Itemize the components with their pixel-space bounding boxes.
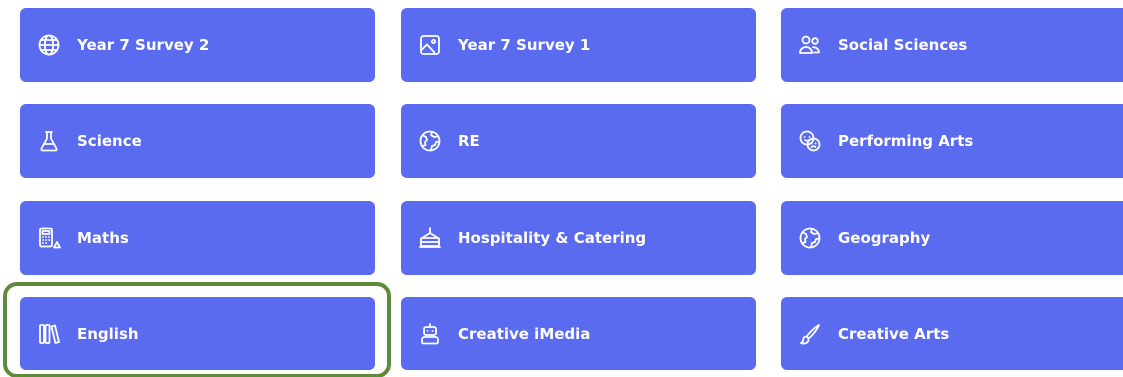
tile-label: Year 7 Survey 1 xyxy=(458,36,591,54)
people-icon xyxy=(797,32,823,58)
tile-label: Creative Arts xyxy=(838,324,950,343)
tile-label: Performing Arts xyxy=(838,132,974,150)
tile-label: Maths xyxy=(77,229,129,247)
tile-label: Creative iMedia xyxy=(458,324,591,343)
brush-icon xyxy=(797,321,823,347)
theatre-masks-icon xyxy=(797,128,823,154)
image-icon xyxy=(417,32,443,58)
subject-tile-performing-arts[interactable]: Performing Arts xyxy=(781,104,1123,178)
calculator-shapes-icon xyxy=(36,225,62,251)
subject-tile-year-7-survey-1[interactable]: Year 7 Survey 1 xyxy=(401,8,756,82)
tile-label: Year 7 Survey 2 xyxy=(77,36,210,54)
subject-tile-year-7-survey-2[interactable]: Year 7 Survey 2 xyxy=(20,8,375,82)
robot-icon xyxy=(417,321,443,347)
tile-label: RE xyxy=(458,132,480,150)
globe-icon xyxy=(36,32,62,58)
subject-tile-maths[interactable]: Maths xyxy=(20,201,375,275)
subject-tile-social-sciences[interactable]: Social Sciences xyxy=(781,8,1123,82)
subject-tile-re[interactable]: RE xyxy=(401,104,756,178)
tile-label: English xyxy=(77,324,139,343)
subject-tile-creative-imedia[interactable]: Creative iMedia xyxy=(401,297,756,370)
tile-label: Geography xyxy=(838,229,931,247)
flask-icon xyxy=(36,128,62,154)
tile-label: Science xyxy=(77,132,142,150)
subject-tile-science[interactable]: Science xyxy=(20,104,375,178)
tile-label: Social Sciences xyxy=(838,36,968,54)
subject-tile-geography[interactable]: Geography xyxy=(781,201,1123,275)
world-map-icon xyxy=(417,128,443,154)
subject-tile-hospitality-catering[interactable]: Hospitality & Catering xyxy=(401,201,756,275)
books-icon xyxy=(36,321,62,347)
cake-icon xyxy=(417,225,443,251)
subject-tile-creative-arts[interactable]: Creative Arts xyxy=(781,297,1123,370)
world-map-icon xyxy=(797,225,823,251)
subject-tile-english[interactable]: English xyxy=(20,297,375,370)
tile-label: Hospitality & Catering xyxy=(458,229,647,247)
